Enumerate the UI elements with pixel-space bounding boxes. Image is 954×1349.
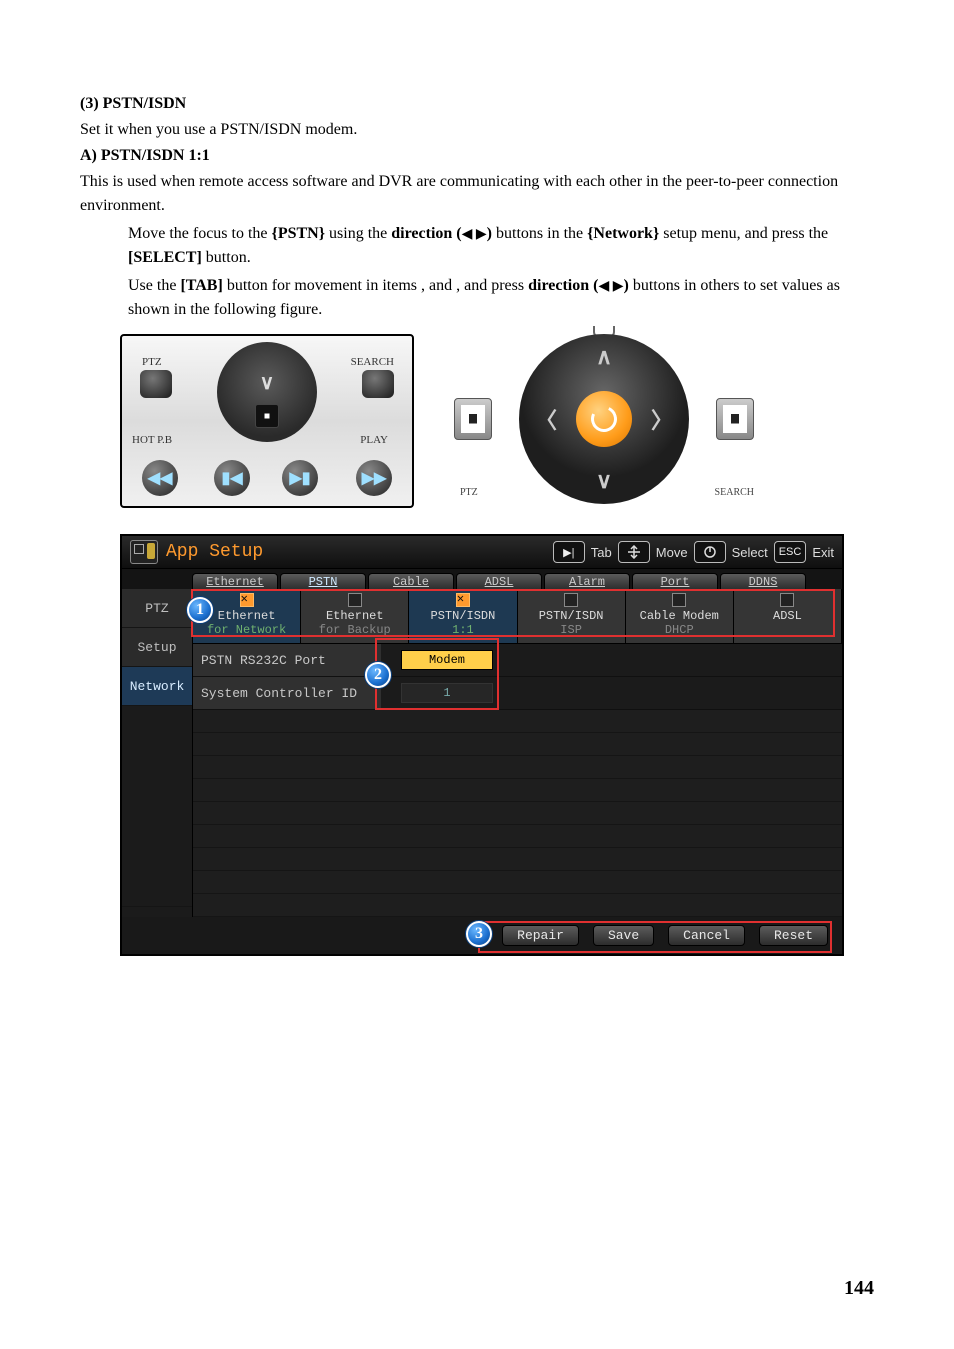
para-set-modem: Set it when you use a PSTN/ISDN modem. (80, 118, 874, 142)
label-search: SEARCH (351, 356, 394, 368)
tab-pstn[interactable]: PSTN (280, 573, 366, 589)
grid-button-left[interactable] (454, 398, 492, 440)
arrow-icon: ◀ ▶ (598, 279, 623, 294)
rewind-button[interactable]: ◀◀ (142, 460, 178, 496)
titlebar: App Setup ▶| Tab Move Select ESC Exit (122, 536, 842, 569)
tab-cable[interactable]: Cable (368, 573, 454, 589)
callout-2: 2 (365, 662, 391, 688)
heading-pstn-isdn: (3) PSTN/ISDN (80, 92, 874, 116)
page-number: 144 (844, 1277, 874, 1300)
label-search: SEARCH (715, 487, 754, 498)
chevron-down-icon: ∨ (260, 370, 275, 395)
config-row: PSTN RS232C Port Modem (193, 644, 842, 677)
select-key-icon (694, 541, 726, 563)
hint-move: Move (656, 545, 688, 560)
text: button for movement in items , and , and… (223, 277, 528, 294)
label-play: PLAY (360, 434, 388, 446)
button-cap[interactable] (362, 370, 394, 398)
text: using the (325, 225, 391, 242)
hint-tab: Tab (591, 545, 612, 560)
tabs: EthernetPSTNCableADSLAlarmPortDDNS (122, 569, 842, 589)
remote-panel-right: ∧ ∨ 〈 〉 PTZ SEARCH (454, 334, 754, 504)
callout-1: 1 (187, 597, 213, 623)
rewind-icon: ◀◀ (148, 468, 173, 488)
text: buttons in the (492, 225, 587, 242)
text: [SELECT] (128, 249, 202, 266)
sidebar-item-setup[interactable]: Setup (122, 628, 192, 667)
highlight-box (191, 589, 835, 637)
text: setup menu, and press the (659, 225, 828, 242)
arrow-icon: ◀ ▶ (462, 227, 487, 242)
highlight-box (375, 638, 499, 710)
page: (3) PSTN/ISDN Set it when you use a PSTN… (0, 0, 954, 1330)
chevron-left-icon: 〈 (535, 403, 557, 435)
tab-adsl[interactable]: ADSL (456, 573, 542, 589)
esc-key-icon: ESC (774, 541, 807, 563)
step-back-icon: ▮◀ (221, 468, 242, 488)
text: {Network} (587, 225, 659, 242)
tab-ddns[interactable]: DDNS (720, 573, 806, 589)
sidebar-blank (122, 706, 192, 907)
button-cap[interactable] (140, 370, 172, 398)
step-fwd-icon: ▶▮ (289, 468, 310, 488)
move-key-icon (618, 541, 650, 563)
text: button. (202, 249, 251, 266)
sidebar: PTZSetupNetwork (122, 589, 193, 917)
label-hot-pb: HOT P.B (132, 434, 172, 446)
tab-port[interactable]: Port (632, 573, 718, 589)
para-peer-to-peer: This is used when remote access software… (80, 170, 874, 218)
chevron-right-icon: 〉 (651, 403, 673, 435)
footer: 3 RepairSaveCancelReset (122, 917, 842, 954)
ffwd-icon: ▶▶ (362, 468, 387, 488)
figure-row: PTZ SEARCH HOT P.B PLAY ∨ ◀◀ ▮◀ ▶▮ ▶▶ ∧ … (120, 334, 874, 508)
tab-key-icon: ▶| (553, 541, 585, 563)
label-pstn-port: PSTN RS232C Port (193, 644, 381, 676)
empty-rows (193, 710, 842, 917)
app-icon (130, 540, 158, 564)
grid-button-right[interactable] (716, 398, 754, 440)
sidebar-item-ptz[interactable]: PTZ (122, 589, 192, 628)
text: Use the (128, 277, 180, 294)
chevron-up-icon: ∧ (596, 344, 612, 370)
heading-pstn-isdn-11: A) PSTN/ISDN 1:1 (80, 144, 874, 168)
step-fwd-button[interactable]: ▶▮ (282, 460, 318, 496)
highlight-box (478, 921, 832, 953)
label-controller-id: System Controller ID (193, 677, 381, 709)
main-panel: Ethernetfor NetworkEthernetfor BackupPST… (193, 589, 842, 917)
hint-select: Select (732, 545, 768, 560)
key-hints: ▶| Tab Move Select ESC Exit (553, 541, 834, 563)
callout-3: 3 (466, 921, 492, 947)
text: direction ( (528, 277, 598, 294)
tab-ethernet[interactable]: Ethernet (192, 573, 278, 589)
label-ptz: PTZ (142, 356, 162, 368)
grid-icon[interactable] (255, 404, 279, 428)
tab-alarm[interactable]: Alarm (544, 573, 630, 589)
app-setup-screenshot: App Setup ▶| Tab Move Select ESC Exit Et… (120, 534, 844, 956)
chevron-down-icon: ∨ (596, 468, 612, 494)
remote-panel-left: PTZ SEARCH HOT P.B PLAY ∨ ◀◀ ▮◀ ▶▮ ▶▶ (120, 334, 414, 508)
text: Move the focus to the (128, 225, 272, 242)
window-title: App Setup (166, 542, 263, 562)
text: {PSTN} (272, 225, 326, 242)
dpad-ring[interactable]: ∨ (217, 342, 317, 442)
hint-exit: Exit (812, 545, 834, 560)
step-back-button[interactable]: ▮◀ (214, 460, 250, 496)
text: [TAB] (180, 277, 222, 294)
config-row: System Controller ID 1 (193, 677, 842, 710)
text: direction ( (391, 225, 461, 242)
ffwd-button[interactable]: ▶▶ (356, 460, 392, 496)
label-ptz: PTZ (460, 487, 478, 498)
sidebar-item-network[interactable]: Network (122, 667, 192, 706)
select-button[interactable] (576, 391, 632, 447)
bullet-1: Move the focus to the {PSTN} using the d… (80, 220, 874, 272)
dpad-ring[interactable]: ∧ ∨ 〈 〉 (519, 334, 689, 504)
bullet-2: Use the [TAB] button for movement in ite… (80, 272, 874, 324)
